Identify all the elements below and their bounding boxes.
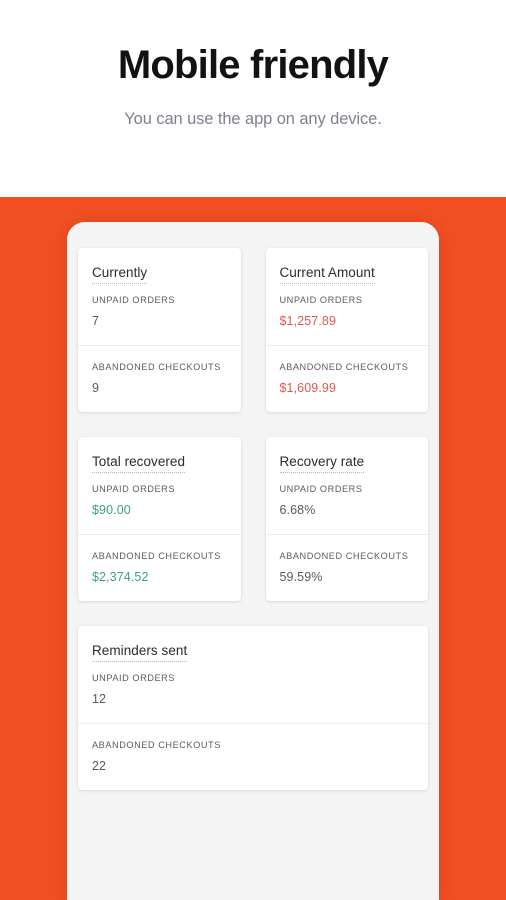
stat-card-recovery-rate[interactable]: Recovery rate UNPAID ORDERS 6.68% ABANDO… bbox=[265, 437, 429, 601]
stat-label: UNPAID ORDERS bbox=[279, 295, 363, 305]
card-row-1: Currently UNPAID ORDERS 7 ABANDONED CHEC… bbox=[78, 248, 428, 412]
stat-value: $90.00 bbox=[92, 503, 131, 517]
stat-value: 9 bbox=[92, 381, 100, 395]
card-title[interactable]: Currently bbox=[92, 264, 148, 284]
stat-card-current-amount[interactable]: Current Amount UNPAID ORDERS $1,257.89 A… bbox=[265, 248, 429, 412]
stat-value: 7 bbox=[92, 314, 100, 328]
stat-block-unpaid-orders: UNPAID ORDERS $90.00 bbox=[78, 483, 241, 534]
stat-value: 59.59% bbox=[279, 570, 323, 584]
stat-value: $1,257.89 bbox=[279, 314, 337, 328]
stat-value: $1,609.99 bbox=[279, 381, 337, 395]
stat-block-unpaid-orders: UNPAID ORDERS 7 bbox=[78, 294, 241, 345]
stat-block-unpaid-orders: UNPAID ORDERS 6.68% bbox=[266, 483, 429, 534]
card-row-2: Total recovered UNPAID ORDERS $90.00 ABA… bbox=[78, 437, 428, 601]
stat-label: UNPAID ORDERS bbox=[92, 295, 176, 305]
stat-block-abandoned-checkouts: ABANDONED CHECKOUTS $1,609.99 bbox=[265, 345, 428, 412]
phone-screen[interactable]: Currently UNPAID ORDERS 7 ABANDONED CHEC… bbox=[67, 222, 439, 900]
stat-value: 22 bbox=[92, 759, 107, 773]
card-header: Recovery rate bbox=[266, 437, 429, 483]
stat-card-total-recovered[interactable]: Total recovered UNPAID ORDERS $90.00 ABA… bbox=[78, 437, 241, 601]
page-root: Mobile friendly You can use the app on a… bbox=[0, 0, 506, 900]
card-header: Currently bbox=[78, 248, 241, 294]
card-title[interactable]: Current Amount bbox=[279, 264, 375, 284]
page-subtitle: You can use the app on any device. bbox=[124, 110, 382, 128]
page-title: Mobile friendly bbox=[117, 43, 389, 87]
card-header: Current Amount bbox=[266, 248, 429, 294]
card-header: Total recovered bbox=[78, 437, 241, 483]
stat-block-abandoned-checkouts: ABANDONED CHECKOUTS 22 bbox=[78, 723, 428, 790]
stat-value: $2,374.52 bbox=[92, 570, 149, 584]
stat-block-abandoned-checkouts: ABANDONED CHECKOUTS 9 bbox=[78, 345, 241, 412]
card-title[interactable]: Recovery rate bbox=[279, 453, 365, 473]
stat-label: UNPAID ORDERS bbox=[279, 484, 363, 494]
hero-section: Mobile friendly You can use the app on a… bbox=[0, 0, 506, 197]
stat-value: 6.68% bbox=[279, 503, 316, 517]
stat-card-reminders-sent[interactable]: Reminders sent UNPAID ORDERS 12 ABANDONE… bbox=[78, 626, 428, 790]
card-title[interactable]: Reminders sent bbox=[92, 642, 188, 662]
stat-card-currently[interactable]: Currently UNPAID ORDERS 7 ABANDONED CHEC… bbox=[78, 248, 241, 412]
stat-label: ABANDONED CHECKOUTS bbox=[92, 551, 221, 561]
stat-label: UNPAID ORDERS bbox=[92, 484, 176, 494]
stat-label: ABANDONED CHECKOUTS bbox=[92, 740, 221, 750]
stat-block-unpaid-orders: UNPAID ORDERS 12 bbox=[78, 672, 428, 723]
stat-label: ABANDONED CHECKOUTS bbox=[92, 362, 221, 372]
stat-block-abandoned-checkouts: ABANDONED CHECKOUTS 59.59% bbox=[265, 534, 428, 601]
card-row-3: Reminders sent UNPAID ORDERS 12 ABANDONE… bbox=[78, 626, 428, 790]
card-header: Reminders sent bbox=[78, 626, 428, 672]
phone-mockup: Currently UNPAID ORDERS 7 ABANDONED CHEC… bbox=[67, 222, 439, 900]
stat-label: ABANDONED CHECKOUTS bbox=[279, 362, 409, 372]
stat-label: UNPAID ORDERS bbox=[92, 673, 176, 683]
card-title[interactable]: Total recovered bbox=[92, 453, 186, 473]
stat-label: ABANDONED CHECKOUTS bbox=[279, 551, 409, 561]
stat-value: 12 bbox=[92, 692, 107, 706]
stat-block-unpaid-orders: UNPAID ORDERS $1,257.89 bbox=[266, 294, 429, 345]
stat-block-abandoned-checkouts: ABANDONED CHECKOUTS $2,374.52 bbox=[78, 534, 241, 601]
